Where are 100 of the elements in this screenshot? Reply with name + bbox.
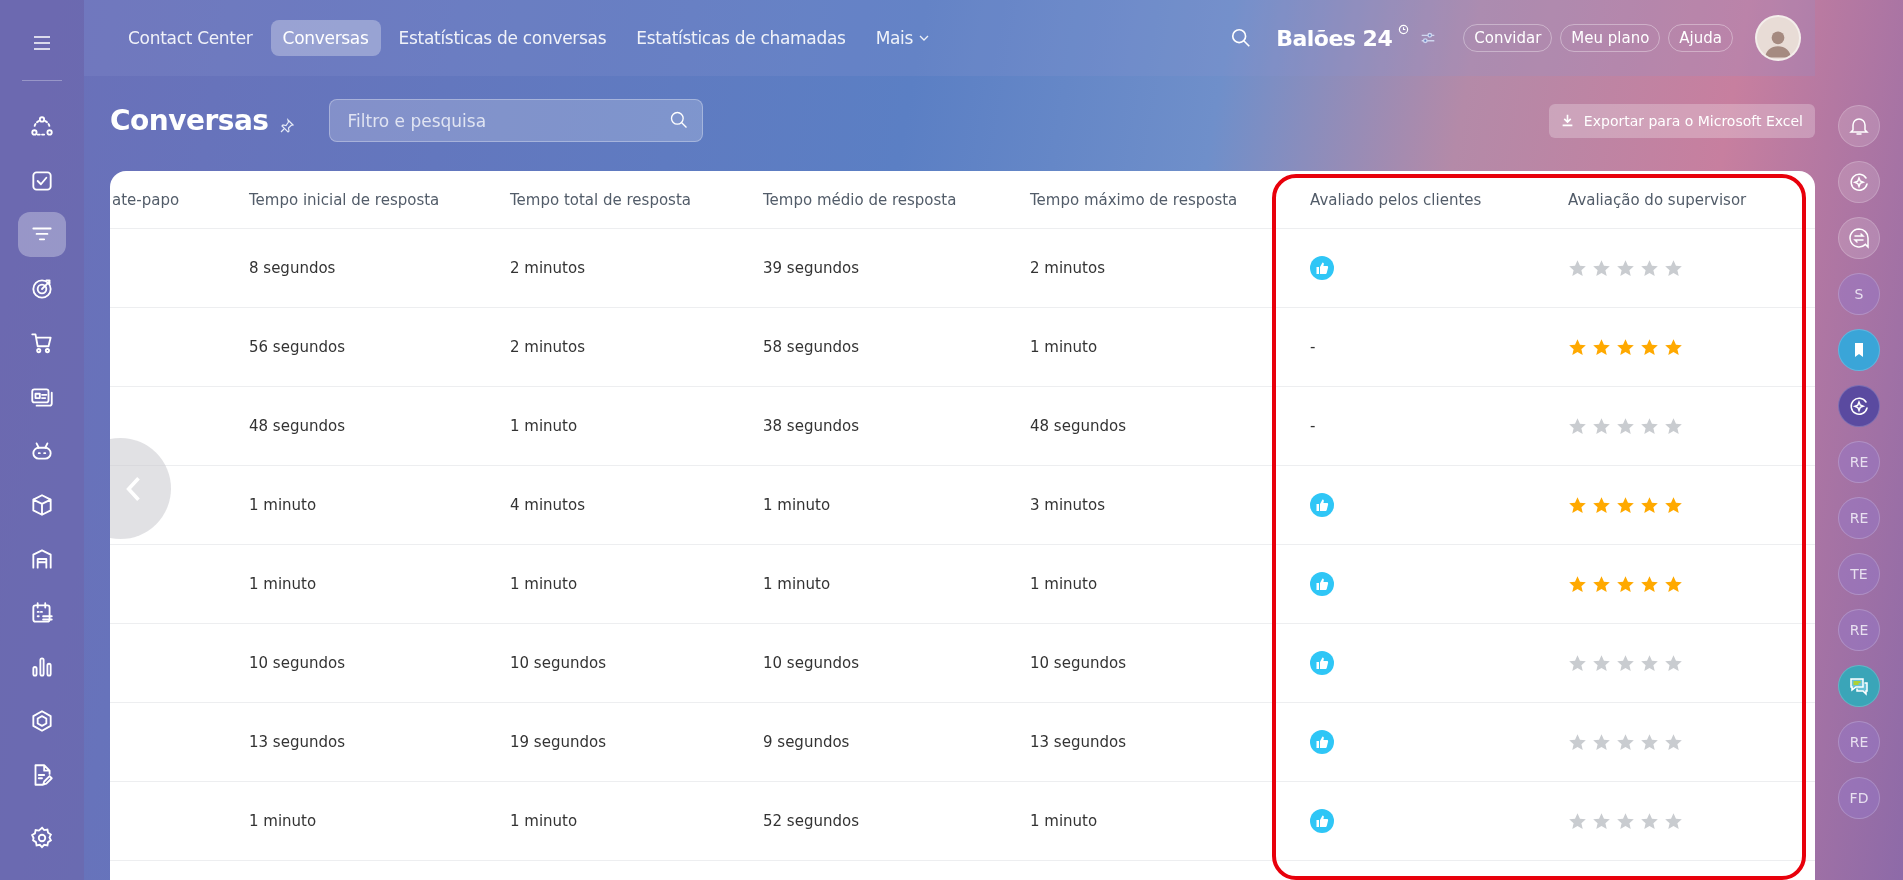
empty-star-icon[interactable] — [1592, 258, 1611, 278]
filled-star-icon[interactable] — [1616, 337, 1635, 357]
filled-star-icon[interactable] — [1568, 574, 1587, 594]
column-header: Tempo médio de resposta — [763, 190, 958, 209]
chat-avatar[interactable]: RE — [1838, 609, 1880, 651]
clock-icon — [1398, 24, 1410, 35]
table-cell: - — [1310, 338, 1316, 356]
filled-star-icon[interactable] — [1568, 495, 1587, 515]
bell-button[interactable] — [1838, 105, 1880, 147]
empty-star-icon[interactable] — [1616, 416, 1635, 436]
empty-star-icon[interactable] — [1568, 416, 1587, 436]
filled-star-icon[interactable] — [1592, 337, 1611, 357]
table-cell-text: 2 minutos — [510, 259, 586, 277]
table-cell-text: 1 minuto — [510, 812, 579, 830]
table-cell: - — [1310, 417, 1316, 435]
empty-star-icon[interactable] — [1616, 732, 1635, 752]
hexagon-icon — [29, 707, 55, 734]
thumbs-up-icon — [1310, 651, 1334, 675]
chat-avatar[interactable]: FD — [1838, 777, 1880, 819]
table-cell-text: 10 segundos — [763, 654, 860, 672]
empty-star-icon[interactable] — [1664, 653, 1683, 673]
table-cell-text: 10 segundos — [249, 654, 346, 672]
chat-avatar[interactable]: RE — [1838, 721, 1880, 763]
sparkle-dark-button[interactable] — [1838, 385, 1880, 427]
table-cell-text: 48 segundos — [249, 417, 346, 435]
empty-star-icon[interactable] — [1568, 258, 1587, 278]
filled-star-icon[interactable] — [1568, 337, 1587, 357]
nav-tab[interactable]: Mais — [863, 20, 942, 56]
filled-star-icon[interactable] — [1640, 495, 1659, 515]
nav-tab[interactable]: Estatísticas de chamadas — [624, 20, 858, 56]
empty-star-icon[interactable] — [1592, 416, 1611, 436]
chat-button[interactable] — [1838, 665, 1880, 707]
empty-star-icon[interactable] — [1664, 258, 1683, 278]
empty-star-icon[interactable] — [1568, 732, 1587, 752]
table-cell-text: 2 minutos — [1030, 259, 1106, 277]
empty-star-icon[interactable] — [1568, 653, 1587, 673]
empty-star-icon[interactable] — [1592, 811, 1611, 831]
empty-star-icon[interactable] — [1664, 732, 1683, 752]
chat-avatar[interactable]: S — [1838, 273, 1880, 315]
sparkle-dark-icon — [1847, 394, 1871, 418]
filled-star-icon[interactable] — [1592, 495, 1611, 515]
filled-star-icon[interactable] — [1664, 495, 1683, 515]
filled-star-icon[interactable] — [1640, 337, 1659, 357]
filled-star-icon[interactable] — [1664, 337, 1683, 357]
empty-star-icon[interactable] — [1664, 811, 1683, 831]
table-cell-text: 38 segundos — [763, 417, 860, 435]
table-cell-text: 1 minuto — [510, 417, 579, 435]
empty-star-icon[interactable] — [1640, 732, 1659, 752]
empty-star-icon[interactable] — [1616, 811, 1635, 831]
table-cell-text: 3 minutos — [1030, 496, 1106, 514]
nav-tab[interactable]: Contact Center — [116, 20, 265, 56]
nav-tab[interactable]: Conversas — [270, 20, 381, 56]
table-cell-text: 52 segundos — [763, 812, 860, 830]
filled-star-icon[interactable] — [1664, 574, 1683, 594]
empty-star-icon[interactable] — [1592, 732, 1611, 752]
table-cell-text: 1 minuto — [249, 812, 318, 830]
filled-star-icon[interactable] — [1592, 574, 1611, 594]
table-cell-text: 48 segundos — [1030, 417, 1127, 435]
chat-avatar[interactable]: RE — [1838, 441, 1880, 483]
user-avatar[interactable] — [1755, 15, 1801, 61]
export-button[interactable]: Exportar para o Microsoft Excel — [1548, 103, 1815, 138]
table-cell-text: 1 minuto — [763, 575, 832, 593]
chat-avatar[interactable]: RE — [1838, 497, 1880, 539]
sparkle-button[interactable] — [1838, 161, 1880, 203]
sidebar-funnel-button[interactable] — [18, 212, 66, 257]
filled-star-icon[interactable] — [1616, 495, 1635, 515]
table-cell-text: 13 segundos — [1030, 733, 1127, 751]
sparkle-icon — [1847, 170, 1871, 194]
thumbs-up-icon — [1310, 493, 1334, 517]
empty-star-icon[interactable] — [1640, 416, 1659, 436]
table-cell-text: 1 minuto — [249, 575, 318, 593]
empty-star-icon[interactable] — [1664, 416, 1683, 436]
company-name: Balões 24 — [1276, 25, 1393, 51]
search-icon[interactable] — [1230, 27, 1253, 49]
column-header: Tempo máximo de resposta — [1030, 190, 1239, 209]
filled-star-icon[interactable] — [1640, 574, 1659, 594]
settings-icon — [29, 824, 55, 851]
table-cell-text: 9 segundos — [763, 733, 851, 751]
bookmark-button[interactable] — [1838, 329, 1880, 371]
exchange-icon — [1847, 226, 1871, 250]
table-cell-text: 8 segundos — [249, 259, 337, 277]
filled-star-icon[interactable] — [1616, 574, 1635, 594]
pin-icon[interactable] — [278, 117, 295, 134]
exchange-button[interactable] — [1838, 217, 1880, 259]
nav-tab[interactable]: Estatísticas de conversas — [386, 20, 619, 56]
empty-star-icon[interactable] — [1640, 653, 1659, 673]
empty-star-icon[interactable] — [1616, 258, 1635, 278]
empty-star-icon[interactable] — [1592, 653, 1611, 673]
chat-avatar[interactable]: TE — [1838, 553, 1880, 595]
table-cell-text: 1 minuto — [1030, 338, 1099, 356]
empty-star-icon[interactable] — [1640, 811, 1659, 831]
table-cell-text: 1 minuto — [763, 496, 832, 514]
search-icon[interactable] — [668, 110, 689, 130]
table-cell-text: 1 minuto — [510, 575, 579, 593]
column-header: Tempo total de resposta — [510, 190, 692, 209]
empty-star-icon[interactable] — [1640, 258, 1659, 278]
page-title: Conversas — [110, 104, 269, 137]
empty-star-icon[interactable] — [1568, 811, 1587, 831]
table-cell-text: 1 minuto — [1030, 575, 1099, 593]
empty-star-icon[interactable] — [1616, 653, 1635, 673]
